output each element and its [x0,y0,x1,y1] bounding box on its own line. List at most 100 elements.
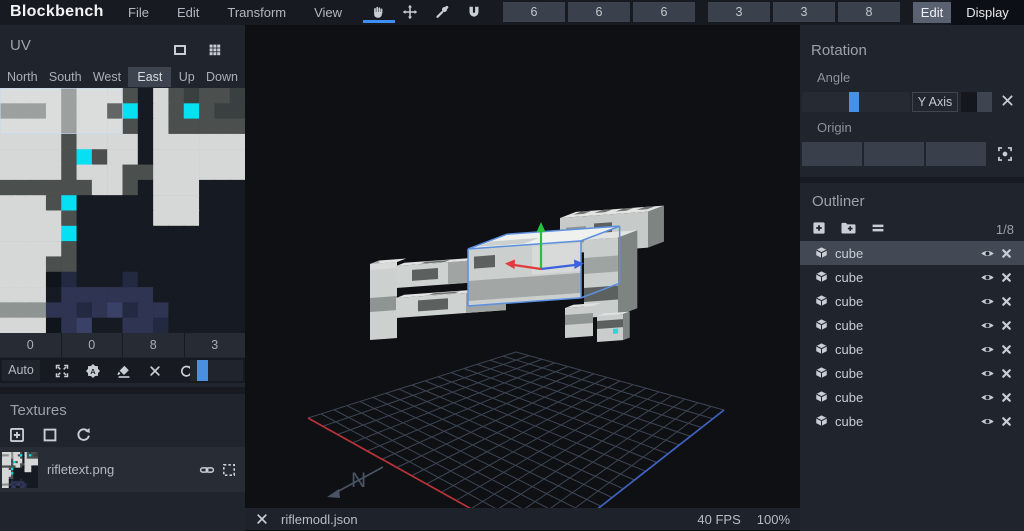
y-axis-arrow-head [537,222,546,232]
topbar-number-field[interactable]: 3 [773,2,835,22]
delete-x-icon[interactable] [1000,271,1013,284]
texture-name: rifletext.png [47,462,199,477]
tab-display[interactable]: Display [951,0,1024,25]
close-icon[interactable] [1000,93,1015,108]
delete-x-icon[interactable] [1000,343,1013,356]
uv-face-tab-west[interactable]: West [89,67,125,87]
model-piece-scope-rail [648,206,664,248]
uv-slider-track[interactable] [190,360,243,381]
rotation-toggle[interactable] [961,92,992,112]
focus-origin-icon[interactable] [996,145,1014,163]
axis-select-button[interactable]: Y Axis [912,92,958,112]
uv-editor[interactable] [0,88,245,333]
uv-face-tab-east[interactable]: East [128,67,171,87]
uv-auto-button[interactable]: Auto [2,360,40,381]
delete-x-icon[interactable] [1000,247,1013,260]
topbar-number-fields: 666338 [503,2,900,22]
texture-list-item[interactable]: rifletext.png [0,447,245,492]
cube-icon [814,246,829,261]
move-tool-icon[interactable] [399,3,420,21]
uv-face-tab-north[interactable]: North [3,67,42,87]
zoom-indicator: 100% [757,512,790,527]
uv-face-tab-south[interactable]: South [45,67,86,87]
app-logo[interactable]: Blockbench [10,3,104,21]
open-file-tab[interactable]: riflemodl.json [281,512,358,527]
outliner-item-label: cube [835,270,863,285]
toolbar-tools [367,3,484,21]
outliner-panel-title: Outliner [812,193,865,210]
angle-slider-handle[interactable] [849,92,859,112]
add-texture-icon[interactable] [8,426,26,444]
origin-x-field[interactable] [802,142,862,166]
outliner-row[interactable]: cube [800,241,1024,265]
visibility-eye-icon[interactable] [980,318,995,333]
transparency-icon[interactable] [221,462,237,478]
tab-edit[interactable]: Edit [913,2,951,23]
visibility-eye-icon[interactable] [980,366,995,381]
visibility-eye-icon[interactable] [980,294,995,309]
uv-face-tab-up[interactable]: Up [175,67,199,87]
vertex-snap-icon[interactable] [463,3,484,21]
close-file-icon[interactable] [255,512,269,526]
outliner-row[interactable]: cube [800,361,1024,385]
paint-bucket-icon[interactable] [114,361,133,380]
menu-item-transform[interactable]: Transform [213,5,300,20]
frame-icon[interactable] [172,42,188,58]
topbar-number-field[interactable]: 6 [568,2,630,22]
origin-z-field[interactable] [926,142,986,166]
visibility-eye-icon[interactable] [980,342,995,357]
uv-selection-box[interactable] [0,88,123,134]
outliner-row[interactable]: cube [800,385,1024,409]
uv-number-field[interactable]: 0 [62,333,123,357]
visibility-eye-icon[interactable] [980,390,995,405]
uv-toolbar: Auto A [0,358,245,383]
uv-number-field[interactable]: 8 [123,333,184,357]
outliner-row[interactable]: cube [800,409,1024,433]
auto-uv-badge-icon[interactable]: A [83,361,102,380]
menubar: FileEditTransformView [114,0,356,25]
uv-number-fields: 0083 [0,333,245,357]
outliner-row[interactable]: cube [800,337,1024,361]
delete-x-icon[interactable] [1000,367,1013,380]
topbar-number-field[interactable]: 8 [838,2,900,22]
topbar-number-field[interactable]: 6 [633,2,695,22]
pan-tool-icon[interactable] [367,3,388,21]
outliner-item-label: cube [835,342,863,357]
grid-icon[interactable] [207,42,223,58]
uv-panel-title: UV [10,37,31,54]
uv-number-field[interactable]: 3 [185,333,246,357]
outliner-item-label: cube [835,390,863,405]
outliner-row[interactable]: cube [800,289,1024,313]
outliner-item-label: cube [835,366,863,381]
model-detail [412,268,438,281]
refresh-icon[interactable] [74,426,92,444]
delete-x-icon[interactable] [1000,319,1013,332]
uv-number-field[interactable]: 0 [0,333,61,357]
delete-x-icon[interactable] [1000,415,1013,428]
uv-slider-handle[interactable] [197,360,208,381]
paint-brush-icon[interactable] [431,3,452,21]
menu-item-view[interactable]: View [300,5,356,20]
top-menu-bar: Blockbench FileEditTransformView 666338 … [0,0,1024,25]
topbar-number-field[interactable]: 3 [708,2,770,22]
blank-square-icon[interactable] [41,426,59,444]
outliner-row[interactable]: cube [800,265,1024,289]
topbar-number-field[interactable]: 6 [503,2,565,22]
origin-y-field[interactable] [864,142,924,166]
viewport-3d[interactable]: N [245,25,800,508]
visibility-eye-icon[interactable] [980,246,995,261]
clear-x-icon[interactable] [145,361,164,380]
rotation-panel-title: Rotation [811,42,867,59]
expand-icon[interactable] [52,361,71,380]
angle-label: Angle [817,70,850,85]
delete-x-icon[interactable] [1000,295,1013,308]
menu-item-file[interactable]: File [114,5,163,20]
link-icon[interactable] [199,462,215,478]
delete-x-icon[interactable] [1000,391,1013,404]
menu-item-edit[interactable]: Edit [163,5,213,20]
uv-face-tab-down[interactable]: Down [202,67,242,87]
visibility-eye-icon[interactable] [980,270,995,285]
visibility-eye-icon[interactable] [980,414,995,429]
outliner-row[interactable]: cube [800,313,1024,337]
ground-grid-line [501,399,685,508]
